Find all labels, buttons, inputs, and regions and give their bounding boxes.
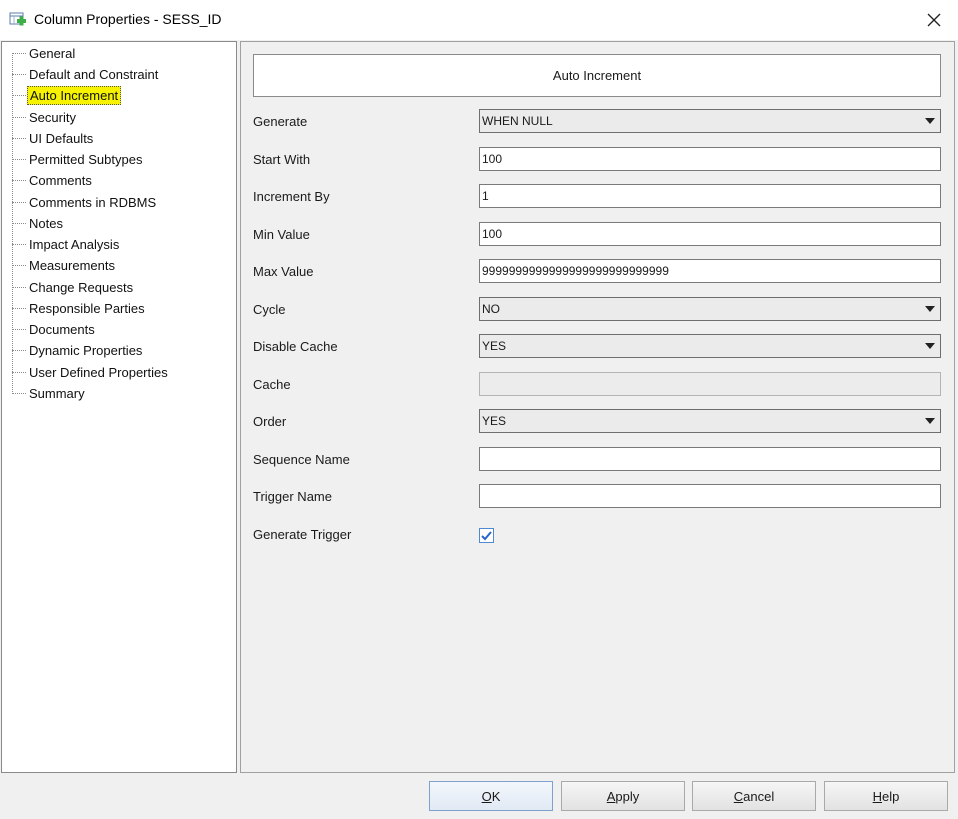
dropdown-arrow-icon <box>920 306 940 312</box>
tree-item-general[interactable]: General <box>12 43 77 63</box>
dialog-client: General Default and Constraint Auto Incr… <box>0 40 958 819</box>
panel-header: Auto Increment <box>253 54 941 97</box>
tree-item-label: General <box>29 45 76 61</box>
tree-item-user-defined-properties[interactable]: User Defined Properties <box>12 362 170 382</box>
tree-item-comments-in-rdbms[interactable]: Comments in RDBMS <box>12 192 158 212</box>
auto-increment-panel: Auto Increment Generate WHEN NULL Start … <box>240 41 955 773</box>
button-bar: OK Apply Cancel Help <box>0 774 958 819</box>
tree-item-label: Responsible Parties <box>29 300 145 316</box>
cycle-value: NO <box>482 302 500 316</box>
trigger-name-field[interactable] <box>479 484 941 508</box>
tree-item-auto-increment[interactable]: Auto Increment <box>12 85 122 105</box>
tree-item-label: Summary <box>29 385 85 401</box>
order-select[interactable]: YES <box>479 409 941 433</box>
tree-item-ui-defaults[interactable]: UI Defaults <box>12 128 95 148</box>
cache-field <box>479 372 941 396</box>
tree-item-label: Permitted Subtypes <box>29 151 143 167</box>
disable-cache-select[interactable]: YES <box>479 334 941 358</box>
tree-item-change-requests[interactable]: Change Requests <box>12 277 135 297</box>
start-with-field[interactable]: 100 <box>479 147 941 171</box>
sequence-name-field[interactable] <box>479 447 941 471</box>
max-value-field[interactable]: 9999999999999999999999999999 <box>479 259 941 283</box>
cache-label: Cache <box>253 377 291 392</box>
disable-cache-value: YES <box>482 339 507 353</box>
ok-button[interactable]: OK <box>429 781 553 811</box>
tree-item-label: Impact Analysis <box>29 236 120 252</box>
tree-item-responsible-parties[interactable]: Responsible Parties <box>12 298 147 318</box>
min-value-field[interactable]: 100 <box>479 222 941 246</box>
tree-item-permitted-subtypes[interactable]: Permitted Subtypes <box>12 149 144 169</box>
tree-item-label: Change Requests <box>29 279 134 295</box>
close-icon <box>927 13 941 27</box>
generate-trigger-label: Generate Trigger <box>253 527 352 542</box>
generate-select[interactable]: WHEN NULL <box>479 109 941 133</box>
tree-item-label: Dynamic Properties <box>29 342 143 358</box>
tree-item-label: Auto Increment <box>27 85 122 105</box>
tree-item-impact-analysis[interactable]: Impact Analysis <box>12 234 121 254</box>
tree-item-label: Comments in RDBMS <box>29 194 157 210</box>
increment-by-label: Increment By <box>253 189 330 204</box>
tree-item-measurements[interactable]: Measurements <box>12 255 117 275</box>
start-with-label: Start With <box>253 152 311 167</box>
trigger-name-label: Trigger Name <box>253 489 332 504</box>
tree-item-notes[interactable]: Notes <box>12 213 65 233</box>
dropdown-arrow-icon <box>920 418 940 424</box>
cancel-button[interactable]: Cancel <box>692 781 816 811</box>
tree-item-label: UI Defaults <box>29 130 94 146</box>
apply-mnemonic: A <box>606 788 616 804</box>
help-label: elp <box>882 788 900 804</box>
tree-item-security[interactable]: Security <box>12 107 78 127</box>
tree-item-label: Security <box>29 109 76 125</box>
tree-item-dynamic-properties[interactable]: Dynamic Properties <box>12 340 144 360</box>
close-button[interactable] <box>914 4 954 36</box>
max-value-label: Max Value <box>253 264 314 279</box>
order-label: Order <box>253 414 287 429</box>
apply-label: pply <box>615 788 640 804</box>
tree-item-default-and-constraint[interactable]: Default and Constraint <box>12 64 160 84</box>
tree-item-documents[interactable]: Documents <box>12 319 97 339</box>
min-value-label: Min Value <box>253 227 310 242</box>
cancel-label: ancel <box>743 788 775 804</box>
tree-item-comments[interactable]: Comments <box>12 170 94 190</box>
increment-by-field[interactable]: 1 <box>479 184 941 208</box>
cycle-select[interactable]: NO <box>479 297 941 321</box>
window-title: Column Properties - SESS_ID <box>34 11 222 27</box>
tree-item-label: Default and Constraint <box>29 66 159 82</box>
disable-cache-label: Disable Cache <box>253 339 338 354</box>
dropdown-arrow-icon <box>920 343 940 349</box>
tree-item-label: Measurements <box>29 257 115 273</box>
title-bar: Column Properties - SESS_ID <box>0 0 958 40</box>
cancel-mnemonic: C <box>733 788 744 804</box>
tree-item-label: User Defined Properties <box>29 364 168 380</box>
tree-item-summary[interactable]: Summary <box>12 383 87 403</box>
generate-value: WHEN NULL <box>482 114 553 128</box>
sequence-name-label: Sequence Name <box>253 452 350 467</box>
tree-item-label: Notes <box>29 215 63 231</box>
app-icon <box>9 12 26 26</box>
dropdown-arrow-icon <box>920 118 940 124</box>
checkmark-icon <box>481 530 492 540</box>
help-mnemonic: H <box>872 788 883 804</box>
order-value: YES <box>482 414 507 428</box>
generate-label: Generate <box>253 114 308 129</box>
cycle-label: Cycle <box>253 302 286 317</box>
generate-trigger-checkbox[interactable] <box>479 528 494 543</box>
tree-item-label: Comments <box>29 172 92 188</box>
ok-label: K <box>491 788 501 804</box>
apply-button[interactable]: Apply <box>561 781 685 811</box>
ok-mnemonic: O <box>481 788 492 804</box>
tree-item-label: Documents <box>29 321 95 337</box>
help-button[interactable]: Help <box>824 781 948 811</box>
navigation-tree: General Default and Constraint Auto Incr… <box>1 41 237 773</box>
